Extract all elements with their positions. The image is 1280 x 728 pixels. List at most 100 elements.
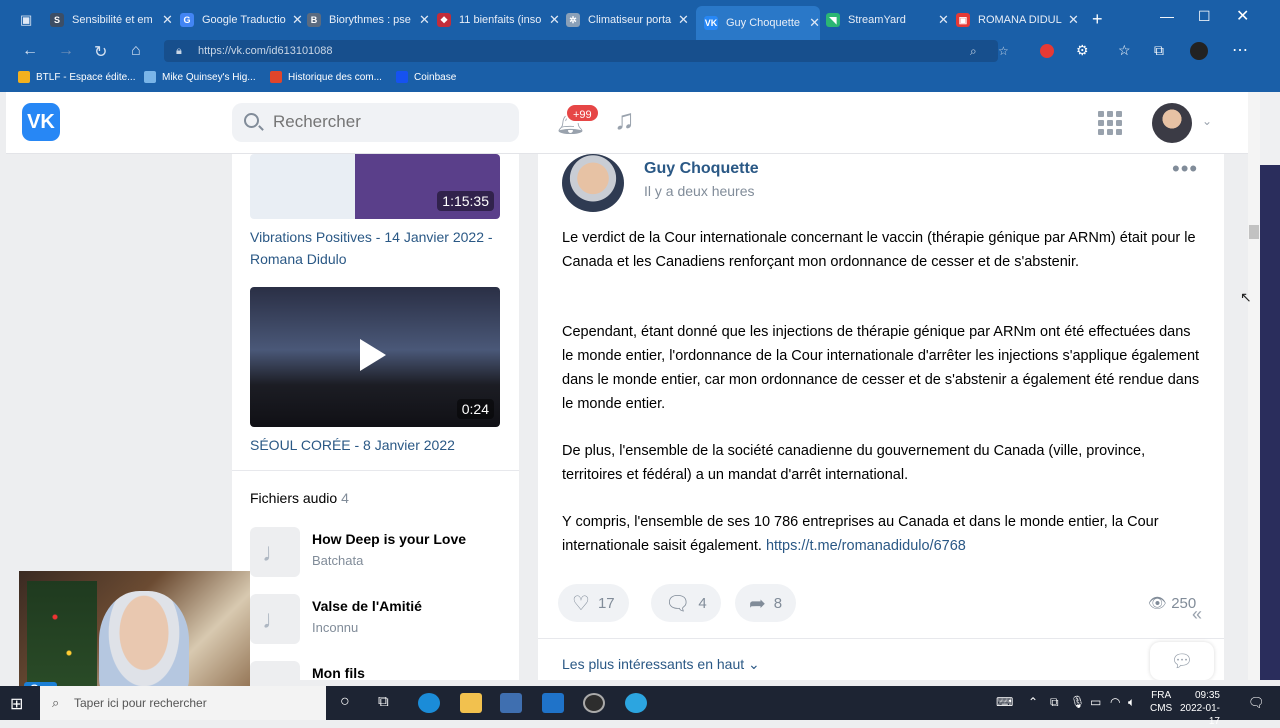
maximize-button[interactable]: ☐ (1198, 8, 1211, 25)
back-button[interactable]: ← (22, 42, 38, 60)
collections-icon[interactable]: ⧉ (1154, 42, 1164, 59)
bookmark-item[interactable]: BTLF - Espace édite... (18, 71, 136, 83)
dell-icon[interactable] (583, 693, 605, 713)
browser-tab[interactable]: B Biorythmes : pse ✕ (307, 6, 431, 34)
wifi-icon[interactable]: ◠ (1110, 695, 1120, 709)
telegram-icon[interactable] (625, 693, 647, 713)
tab-favicon-icon: S (50, 13, 64, 27)
share-button[interactable]: ➦ 8 (735, 584, 797, 622)
audio-count: 4 (341, 490, 349, 506)
tab-close-icon[interactable]: ✕ (809, 15, 820, 31)
search-icon: ⌕ (52, 695, 60, 710)
notifications-icon[interactable]: 🗨︎ (1248, 695, 1265, 711)
edge-icon[interactable] (418, 693, 440, 713)
share-icon: ➦ (749, 592, 766, 615)
post-link[interactable]: https://t.me/romanadidulo/6768 (766, 538, 966, 554)
chevron-down-icon[interactable]: ⌄ (1202, 114, 1212, 128)
chat-icon[interactable]: 💬︎ (1150, 642, 1214, 680)
comment-sort-dropdown[interactable]: Les plus intéressants en haut ⌄ (562, 656, 760, 673)
scrollbar-thumb[interactable] (1249, 225, 1259, 239)
comment-icon: 🗨︎ (665, 592, 691, 615)
keyboard-icon[interactable]: ⌨ (996, 695, 1013, 709)
tab-favicon-icon: ✲ (566, 13, 580, 27)
post-author-name[interactable]: Guy Choquette (644, 160, 759, 178)
track-artist[interactable]: Batchata (312, 553, 363, 568)
taskbar-search[interactable]: ⌕ Taper ici pour rechercher (40, 686, 326, 720)
audio-track[interactable]: ♩ How Deep is your Love Batchata (250, 527, 510, 583)
like-button[interactable]: ♡ 17 (558, 584, 629, 622)
adblock-icon[interactable] (1040, 44, 1054, 58)
microphone-icon[interactable]: 🎙︎ (1070, 695, 1085, 709)
page-scrollbar[interactable] (1248, 92, 1260, 680)
tab-close-icon[interactable]: ✕ (292, 12, 303, 28)
system-clock[interactable]: 09:35 2022-01-17 (1178, 689, 1220, 728)
zoom-icon[interactable]: ⌕ (970, 40, 977, 62)
favorites-icon[interactable]: ☆ (1118, 42, 1131, 59)
track-artist[interactable]: Inconnu (312, 620, 358, 635)
tab-close-icon[interactable]: ✕ (938, 12, 949, 28)
bookmark-item[interactable]: Mike Quinsey's Hig... (144, 71, 256, 83)
apps-grid-icon[interactable] (1098, 111, 1122, 135)
video-thumbnail-2[interactable]: 0:24 (250, 287, 500, 427)
network-icon[interactable]: ⧉ (1050, 695, 1059, 710)
home-icon[interactable]: ⌂ (131, 42, 141, 60)
tray-chevron-icon[interactable]: ⌃ (1028, 695, 1038, 709)
music-note-icon[interactable]: ♩ (250, 594, 300, 644)
post-more-icon[interactable]: ••• (1172, 156, 1198, 182)
audio-track[interactable]: ♩ Mon fils (250, 661, 510, 680)
forward-button[interactable]: → (58, 42, 74, 60)
user-avatar[interactable] (1152, 103, 1192, 143)
comment-button[interactable]: 🗨︎ 4 (651, 584, 721, 622)
battery-icon[interactable]: ▭ (1090, 695, 1101, 709)
audio-track[interactable]: ♩ Valse de l'Amitié Inconnu (250, 594, 510, 650)
store-icon[interactable] (500, 693, 522, 713)
minimize-button[interactable]: — (1160, 8, 1174, 24)
post-time[interactable]: Il y a deux heures (644, 183, 755, 199)
browser-tab[interactable]: S Sensibilité et em ✕ (50, 6, 174, 34)
video-title-1[interactable]: Vibrations Positives - 14 Janvier 2022 -… (250, 226, 500, 270)
profile-avatar[interactable] (1190, 42, 1208, 60)
tab-close-icon[interactable]: ✕ (1068, 12, 1079, 28)
tab-close-icon[interactable]: ✕ (549, 12, 560, 28)
music-icon[interactable]: ♫ (614, 104, 635, 136)
music-note-icon[interactable]: ♩ (250, 661, 300, 680)
close-window-button[interactable]: ✕ (1236, 6, 1249, 26)
bookmark-item[interactable]: Historique des com... (270, 71, 382, 83)
favorite-star-icon[interactable]: ☆ (998, 40, 1009, 62)
refresh-button[interactable]: ↻ (94, 42, 107, 62)
browser-tab[interactable]: VK Guy Choquette ✕ (696, 6, 820, 40)
vk-search-box[interactable] (232, 103, 519, 142)
music-note-icon[interactable]: ♩ (250, 527, 300, 577)
collapse-icon[interactable]: « (1192, 604, 1202, 625)
views-count: 👁︎ 250 (1148, 595, 1197, 612)
task-view-icon[interactable]: ⧉ (378, 693, 389, 710)
vk-logo[interactable]: VK (22, 103, 60, 141)
post-author-avatar[interactable] (562, 154, 624, 212)
browser-tab[interactable]: G Google Traductio ✕ (180, 6, 304, 34)
browser-tab[interactable]: ▣ ROMANA DIDUL ✕ (956, 6, 1080, 34)
bookmark-item[interactable]: Coinbase (396, 71, 456, 83)
browser-tab[interactable]: ✲ Climatiseur porta ✕ (566, 6, 690, 34)
tab-actions-icon[interactable]: ▣ (20, 12, 32, 28)
tab-close-icon[interactable]: ✕ (419, 12, 430, 28)
new-tab-button[interactable]: + (1092, 9, 1103, 30)
url-field[interactable]: 🔒︎ https://vk.com/id613101088 ⌕ ☆ (164, 40, 1009, 62)
windows-start-icon[interactable]: ⊞ (10, 694, 23, 714)
video-thumbnail-1[interactable]: 1:15:35 (250, 154, 500, 219)
audio-section-title[interactable]: Fichiers audio 4 (250, 490, 349, 506)
video-title-2[interactable]: SÉOUL CORÉE - 8 Janvier 2022 (250, 434, 500, 456)
extensions-icon[interactable]: ⚙ (1076, 42, 1089, 59)
tab-close-icon[interactable]: ✕ (162, 12, 173, 28)
mail-icon[interactable] (542, 693, 564, 713)
post-paragraph-4: Y compris, l'ensemble de ses 10 786 entr… (562, 514, 1159, 554)
browser-tab[interactable]: ❖ 11 bienfaits (inso ✕ (437, 6, 561, 34)
volume-icon[interactable]: 🔈︎ (1128, 695, 1135, 710)
tab-close-icon[interactable]: ✕ (678, 12, 689, 28)
more-menu-icon[interactable]: ⋯ (1232, 40, 1248, 60)
tab-label: Guy Choquette (726, 17, 800, 29)
cortana-icon[interactable]: ○ (340, 693, 350, 711)
language-indicator[interactable]: FRA CMS (1150, 689, 1172, 715)
search-input[interactable] (273, 112, 503, 132)
file-explorer-icon[interactable] (460, 693, 482, 713)
browser-tab[interactable]: ◥ StreamYard ✕ (826, 6, 950, 34)
